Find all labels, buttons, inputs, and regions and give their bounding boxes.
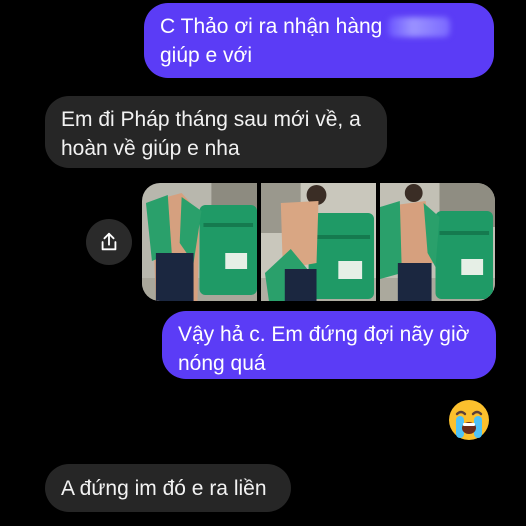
sent-message-bubble[interactable]: C Thảo ơi ra nhận hàng giúp e với bbox=[144, 3, 494, 78]
redacted-blur bbox=[388, 17, 451, 38]
message-text: Vậy hả c. Em đứng đợi nãy giờ bbox=[178, 323, 470, 346]
share-icon bbox=[101, 232, 117, 251]
message-text: giúp e với bbox=[160, 44, 252, 67]
loudly-crying-face-icon[interactable] bbox=[447, 398, 491, 442]
photo-thumbnail[interactable] bbox=[261, 183, 376, 301]
message-text: Em đi Pháp tháng sau mới về, a bbox=[61, 108, 361, 131]
share-button[interactable] bbox=[86, 219, 132, 265]
photo-thumbnail[interactable] bbox=[380, 183, 495, 301]
message-text: C Thảo ơi ra nhận hàng bbox=[160, 12, 478, 41]
sent-message-bubble[interactable]: Vậy hả c. Em đứng đợi nãy giờ nóng quá bbox=[162, 311, 496, 379]
photo-image bbox=[380, 183, 495, 301]
received-message-bubble[interactable]: Em đi Pháp tháng sau mới về, a hoàn về g… bbox=[45, 96, 387, 168]
message-text: hoàn về giúp e nha bbox=[61, 137, 240, 160]
photo-message[interactable] bbox=[142, 183, 495, 301]
message-text: A đứng im đó e ra liền bbox=[61, 477, 267, 500]
received-message-bubble[interactable]: A đứng im đó e ra liền bbox=[45, 464, 291, 512]
message-text: nóng quá bbox=[178, 352, 266, 375]
photo-image bbox=[142, 183, 257, 301]
photo-thumbnail[interactable] bbox=[142, 183, 257, 301]
photo-image bbox=[261, 183, 376, 301]
